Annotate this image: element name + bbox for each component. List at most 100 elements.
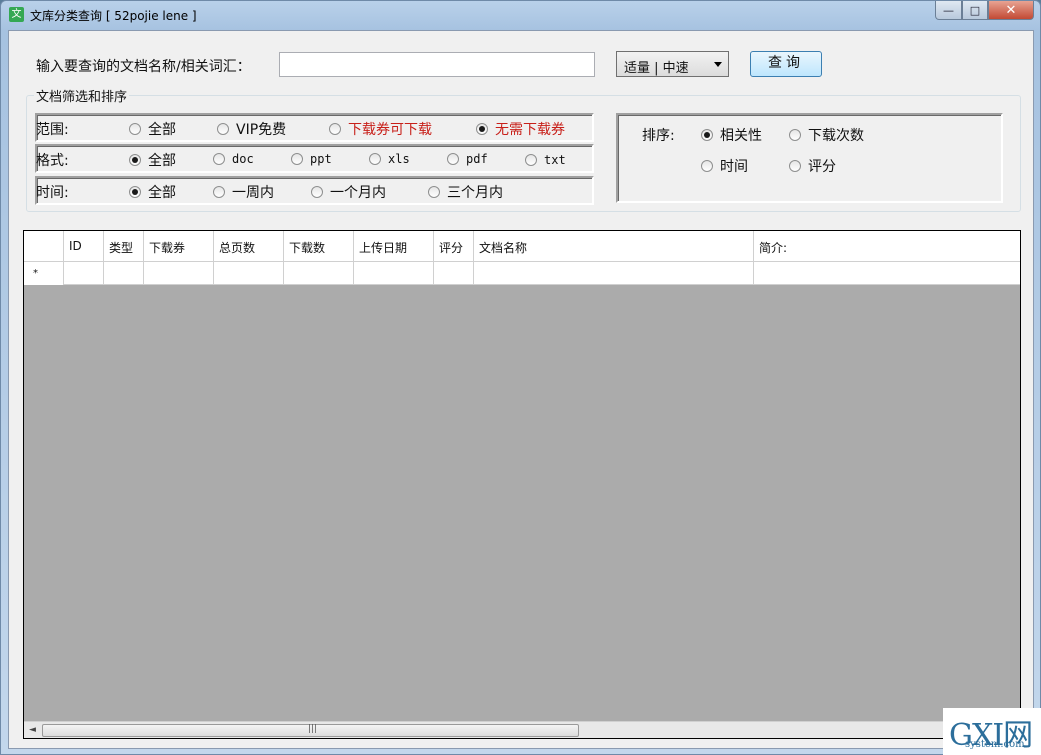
column-header-upload-date[interactable]: 上传日期: [354, 231, 434, 262]
radio-selected-icon: [129, 154, 141, 166]
column-header-downloads[interactable]: 下载数: [284, 231, 354, 262]
sort-option-rating[interactable]: 评分: [789, 156, 836, 176]
maximize-button[interactable]: □: [962, 1, 988, 20]
range-option-label: 下载券可下载: [348, 119, 432, 139]
format-option-label: doc: [232, 152, 254, 166]
search-label: 输入要查询的文档名称/相关词汇：: [36, 56, 251, 76]
range-option-coupon[interactable]: 下载券可下载: [329, 119, 432, 139]
radio-icon: [129, 123, 141, 135]
window-title: 文库分类查询 [ 52pojie lene ]: [30, 7, 197, 24]
format-label: 格式:: [36, 150, 69, 170]
new-row-marker: *: [24, 262, 64, 285]
table-cell[interactable]: [214, 262, 284, 285]
time-option-label: 全部: [148, 182, 176, 202]
horizontal-scrollbar[interactable]: ◄ |||: [24, 721, 1020, 738]
column-header-pages[interactable]: 总页数: [214, 231, 284, 262]
radio-icon: [213, 153, 225, 165]
column-header-doc-name[interactable]: 文档名称: [474, 231, 754, 262]
format-option-txt[interactable]: txt: [525, 153, 566, 167]
radio-icon: [217, 123, 229, 135]
table-cell[interactable]: [104, 262, 144, 285]
format-option-xls[interactable]: xls: [369, 152, 410, 166]
table-cell[interactable]: [754, 262, 1021, 285]
format-option-ppt[interactable]: ppt: [291, 152, 332, 166]
time-option-week[interactable]: 一周内: [213, 182, 274, 202]
radio-icon: [213, 186, 225, 198]
range-option-label: VIP免费: [236, 119, 286, 139]
column-header-coupon[interactable]: 下载券: [144, 231, 214, 262]
range-option-label: 无需下载券: [495, 119, 565, 139]
format-option-label: pdf: [466, 152, 488, 166]
window-controls: — □ ✕: [935, 1, 1034, 20]
speed-select[interactable]: 适量 | 中速: [616, 51, 729, 77]
table-cell[interactable]: [284, 262, 354, 285]
column-header-rating[interactable]: 评分: [434, 231, 474, 262]
speed-select-value: 适量 | 中速: [624, 57, 689, 76]
row-header-corner: [24, 231, 64, 262]
radio-selected-icon: [476, 123, 488, 135]
format-option-pdf[interactable]: pdf: [447, 152, 488, 166]
radio-selected-icon: [701, 129, 713, 141]
app-icon: 文: [9, 7, 24, 22]
radio-icon: [789, 160, 801, 172]
format-option-label: txt: [544, 153, 566, 167]
radio-icon: [428, 186, 440, 198]
radio-icon: [311, 186, 323, 198]
table-cell[interactable]: [434, 262, 474, 285]
radio-icon: [369, 153, 381, 165]
time-option-month[interactable]: 一个月内: [311, 182, 386, 202]
close-button[interactable]: ✕: [988, 1, 1034, 20]
time-option-label: 一个月内: [330, 182, 386, 202]
radio-selected-icon: [129, 186, 141, 198]
client-area: 输入要查询的文档名称/相关词汇： 适量 | 中速 查询 文档筛选和排序 范围: …: [8, 30, 1034, 749]
range-label: 范围:: [36, 119, 69, 139]
query-button[interactable]: 查询: [750, 51, 822, 77]
format-option-doc[interactable]: doc: [213, 152, 254, 166]
minimize-button[interactable]: —: [935, 1, 962, 20]
column-header-id[interactable]: ID: [64, 231, 104, 262]
sort-option-label: 时间: [720, 156, 748, 176]
watermark-domain: system.com: [965, 739, 1025, 750]
time-option-three-months[interactable]: 三个月内: [428, 182, 503, 202]
range-option-all[interactable]: 全部: [129, 119, 176, 139]
sort-option-relevance[interactable]: 相关性: [701, 125, 762, 145]
time-option-all[interactable]: 全部: [129, 182, 176, 202]
radio-icon: [789, 129, 801, 141]
format-option-label: 全部: [148, 150, 176, 170]
site-watermark-logo: GXI网 system.com: [943, 708, 1041, 755]
table-row-new[interactable]: *: [24, 262, 1020, 285]
sort-option-label: 下载次数: [808, 125, 864, 145]
table-cell[interactable]: [474, 262, 754, 285]
sort-option-label: 评分: [808, 156, 836, 176]
table-cell[interactable]: [354, 262, 434, 285]
scroll-left-icon[interactable]: ◄: [29, 725, 36, 735]
range-option-label: 全部: [148, 119, 176, 139]
app-window: 文 文库分类查询 [ 52pojie lene ] — □ ✕ 输入要查询的文档…: [0, 0, 1041, 755]
title-bar[interactable]: 文 文库分类查询 [ 52pojie lene ] — □ ✕: [1, 1, 1040, 27]
format-option-all[interactable]: 全部: [129, 150, 176, 170]
column-header-type[interactable]: 类型: [104, 231, 144, 262]
format-option-label: xls: [388, 152, 410, 166]
sort-label: 排序:: [642, 125, 675, 145]
range-option-no-coupon[interactable]: 无需下载券: [476, 119, 565, 139]
format-option-label: ppt: [310, 152, 332, 166]
radio-icon: [291, 153, 303, 165]
column-header-summary[interactable]: 简介:: [754, 231, 1021, 262]
sort-option-label: 相关性: [720, 125, 762, 145]
radio-icon: [447, 153, 459, 165]
search-input[interactable]: [279, 52, 595, 77]
table-cell[interactable]: [144, 262, 214, 285]
radio-icon: [525, 154, 537, 166]
time-option-label: 三个月内: [447, 182, 503, 202]
time-label: 时间:: [36, 182, 69, 202]
table-cell[interactable]: [64, 262, 104, 285]
sort-option-time[interactable]: 时间: [701, 156, 748, 176]
radio-icon: [329, 123, 341, 135]
time-option-label: 一周内: [232, 182, 274, 202]
filter-group-title: 文档筛选和排序: [34, 86, 129, 105]
sort-option-downloads[interactable]: 下载次数: [789, 125, 864, 145]
grip-icon: |||: [308, 724, 317, 734]
results-grid[interactable]: ID 类型 下载券 总页数 下载数 上传日期 评分 文档名称 简介: *: [23, 230, 1021, 739]
scrollbar-thumb[interactable]: |||: [42, 724, 579, 737]
range-option-vip-free[interactable]: VIP免费: [217, 119, 286, 139]
